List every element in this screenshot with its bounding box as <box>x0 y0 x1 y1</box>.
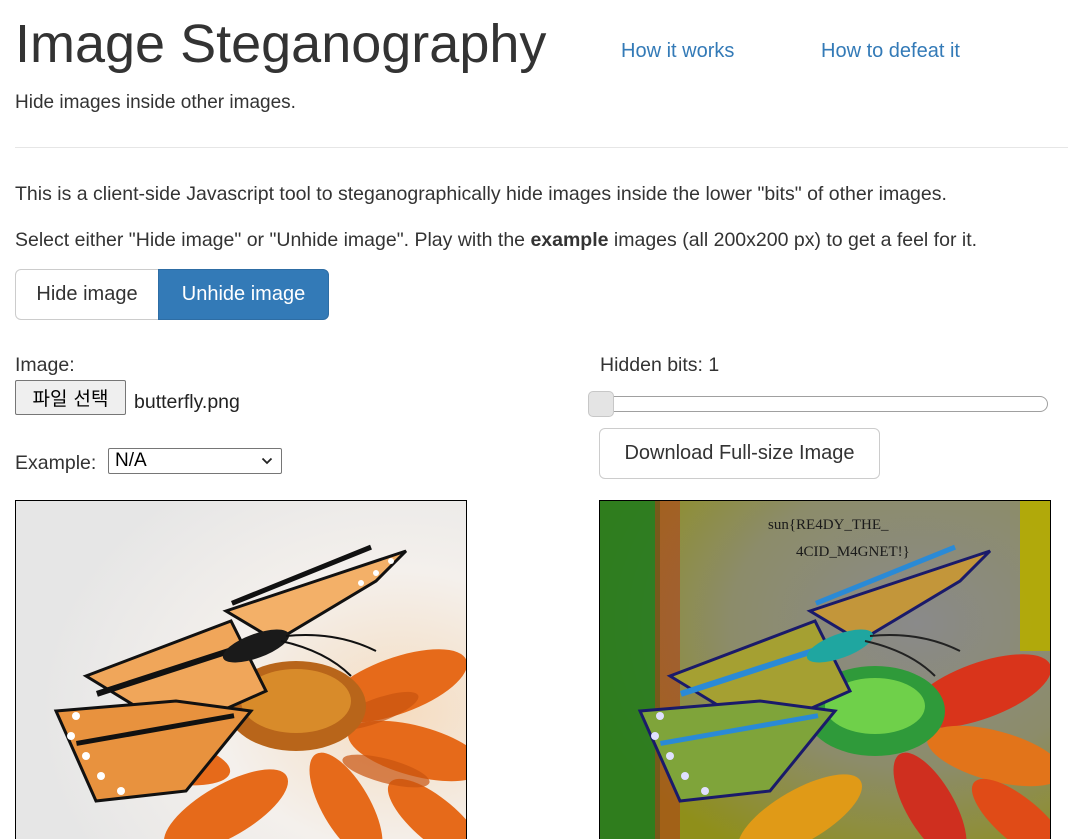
image-label: Image: <box>15 354 75 376</box>
intro-text: Select either "Hide image" or "Unhide im… <box>15 229 531 251</box>
source-image <box>15 500 467 839</box>
intro-text-end: images (all 200x200 px) to get a feel fo… <box>608 229 978 251</box>
hidden-bits-slider[interactable] <box>588 391 1048 417</box>
intro-bold-example: example <box>530 229 609 251</box>
divider <box>15 147 1068 148</box>
mode-toggle: Hide image Unhide image <box>15 269 329 320</box>
chevron-down-icon <box>261 457 273 465</box>
nav-link-how-it-works[interactable]: How it works <box>621 39 734 63</box>
revealed-text-line-1: sun{RE4DY_THE_ <box>768 517 889 533</box>
unhide-image-button[interactable]: Unhide image <box>158 269 329 320</box>
example-select-value: N/A <box>115 450 147 471</box>
example-select[interactable]: N/A <box>108 448 282 474</box>
hidden-bits-label: Hidden bits: 1 <box>600 354 720 376</box>
hide-image-button[interactable]: Hide image <box>15 269 159 320</box>
page-title: Image Steganography <box>15 14 547 74</box>
intro-paragraph-2: Select either "Hide image" or "Unhide im… <box>15 228 977 252</box>
intro-paragraph-1: This is a client-side Javascript tool to… <box>15 183 947 205</box>
revealed-image: sun{RE4DY_THE_ 4CID_M4GNET!} <box>599 500 1051 839</box>
revealed-butterfly-image: sun{RE4DY_THE_ 4CID_M4GNET!} <box>600 501 1050 839</box>
choose-file-button[interactable]: 파일 선택 <box>15 380 126 415</box>
download-full-size-button[interactable]: Download Full-size Image <box>599 428 880 479</box>
butterfly-image <box>16 501 466 839</box>
slider-track <box>588 396 1048 412</box>
nav-link-how-to-defeat-it[interactable]: How to defeat it <box>821 39 960 63</box>
page: Image Steganography How it works How to … <box>0 0 1068 839</box>
example-label: Example: <box>15 452 97 474</box>
page-subtitle: Hide images inside other images. <box>15 92 296 113</box>
file-name: butterfly.png <box>134 391 240 413</box>
revealed-text-line-2: 4CID_M4GNET!} <box>796 544 910 560</box>
slider-thumb[interactable] <box>588 391 614 417</box>
